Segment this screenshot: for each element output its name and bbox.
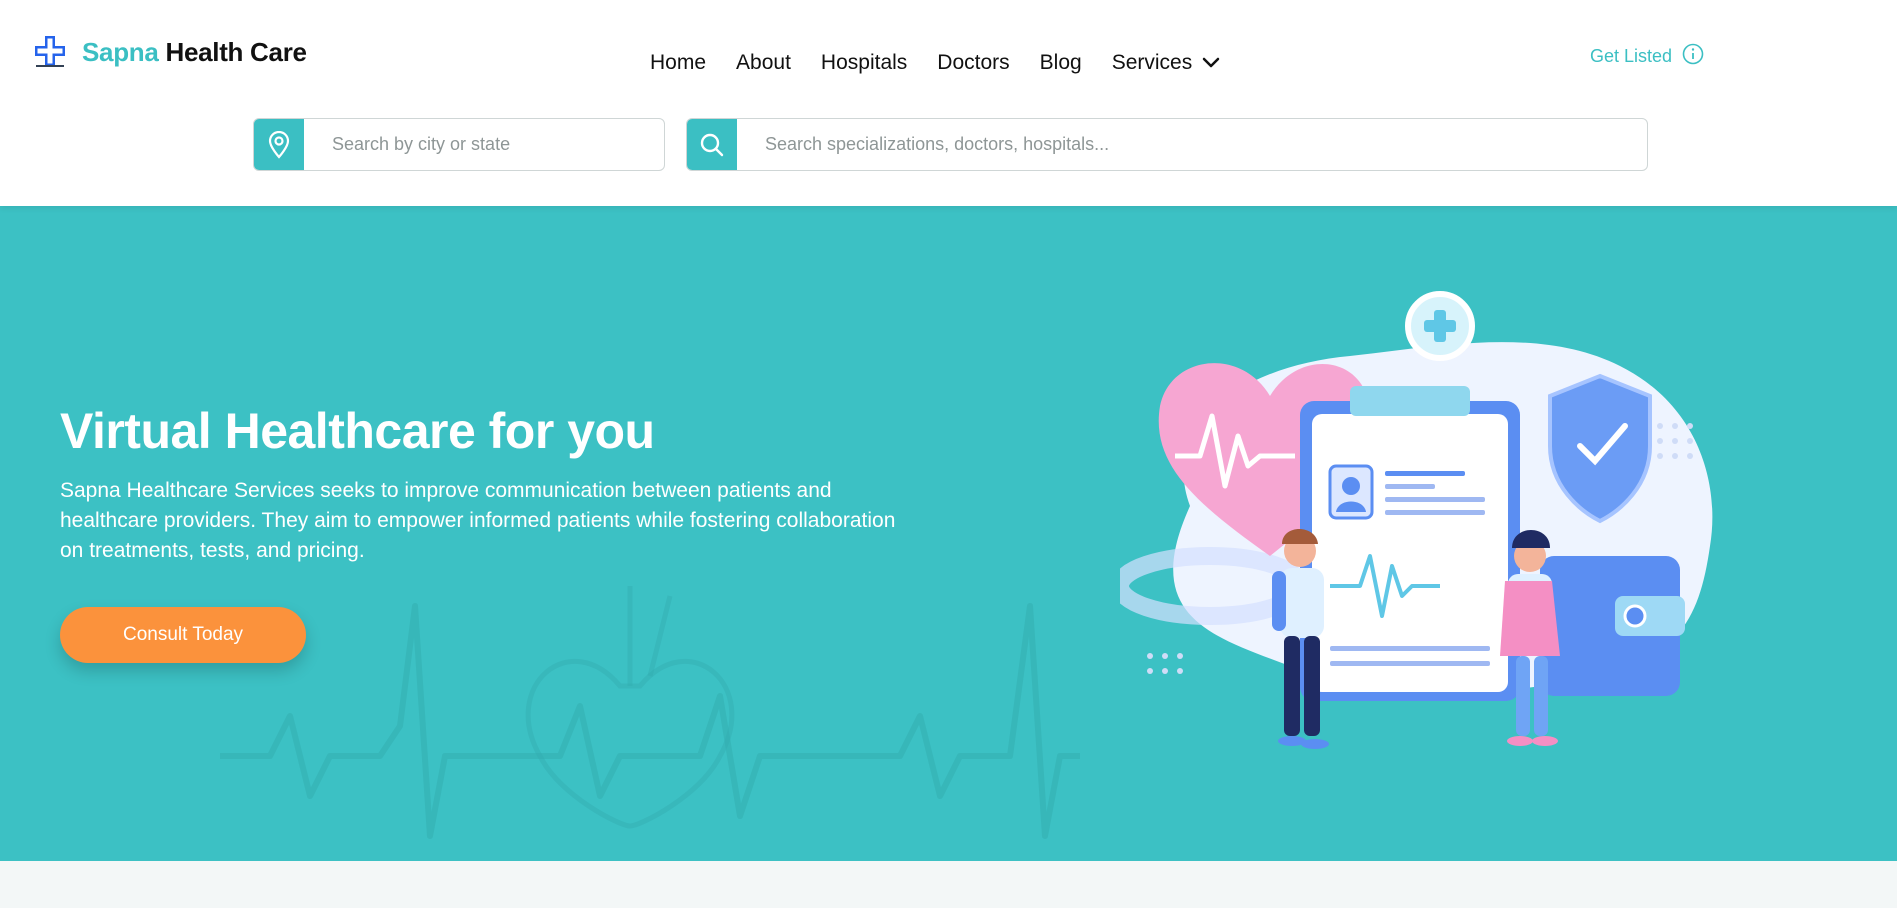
hero-description: Sapna Healthcare Services seeks to impro…: [60, 479, 896, 562]
nav-doctors[interactable]: Doctors: [937, 51, 1009, 75]
nav-blog[interactable]: Blog: [1040, 51, 1082, 75]
ecg-heart-background-graphic: [220, 586, 1080, 839]
brand-name-part2: Health Care: [165, 36, 307, 67]
nav-services-label: Services: [1111, 51, 1193, 74]
medical-cross-logo-icon: [32, 34, 68, 70]
hero-section: Virtual Healthcare for you Sapna Healthc…: [0, 206, 1897, 861]
site-header: Sapna Health Care Home About Hospitals D…: [0, 0, 1897, 206]
main-search: [686, 118, 1648, 171]
brand-name: Sapna Health Care: [82, 37, 307, 68]
main-nav: Home About Hospitals Doctors Blog Servic…: [650, 51, 1220, 75]
nav-blog-label: Blog: [1039, 51, 1082, 74]
chevron-down-icon: [1202, 51, 1220, 75]
nav-doctors-label: Doctors: [937, 51, 1010, 74]
info-icon: [1682, 43, 1704, 70]
brand-logo[interactable]: Sapna Health Care: [32, 34, 307, 70]
nav-hospitals[interactable]: Hospitals: [821, 51, 907, 75]
brand-name-part1: Sapna: [82, 36, 159, 67]
get-listed-link[interactable]: Get Listed: [1590, 43, 1704, 70]
hero-title: Virtual Healthcare for you: [60, 403, 655, 459]
next-section-strip: [0, 861, 1897, 908]
main-search-input[interactable]: [737, 119, 1647, 170]
search-icon[interactable]: [687, 119, 737, 170]
nav-home[interactable]: Home: [650, 51, 706, 75]
nav-services[interactable]: Services: [1112, 51, 1221, 75]
nav-about[interactable]: About: [736, 51, 791, 75]
nav-home-label: Home: [650, 51, 707, 74]
location-search-input[interactable]: [304, 119, 664, 170]
healthcare-illustration: [1120, 291, 1713, 749]
nav-about-label: About: [736, 51, 791, 74]
nav-hospitals-label: Hospitals: [820, 51, 908, 74]
location-pin-icon[interactable]: [254, 119, 304, 170]
location-search: [253, 118, 665, 171]
consult-today-button[interactable]: Consult Today: [60, 607, 306, 663]
get-listed-label: Get Listed: [1590, 46, 1673, 66]
